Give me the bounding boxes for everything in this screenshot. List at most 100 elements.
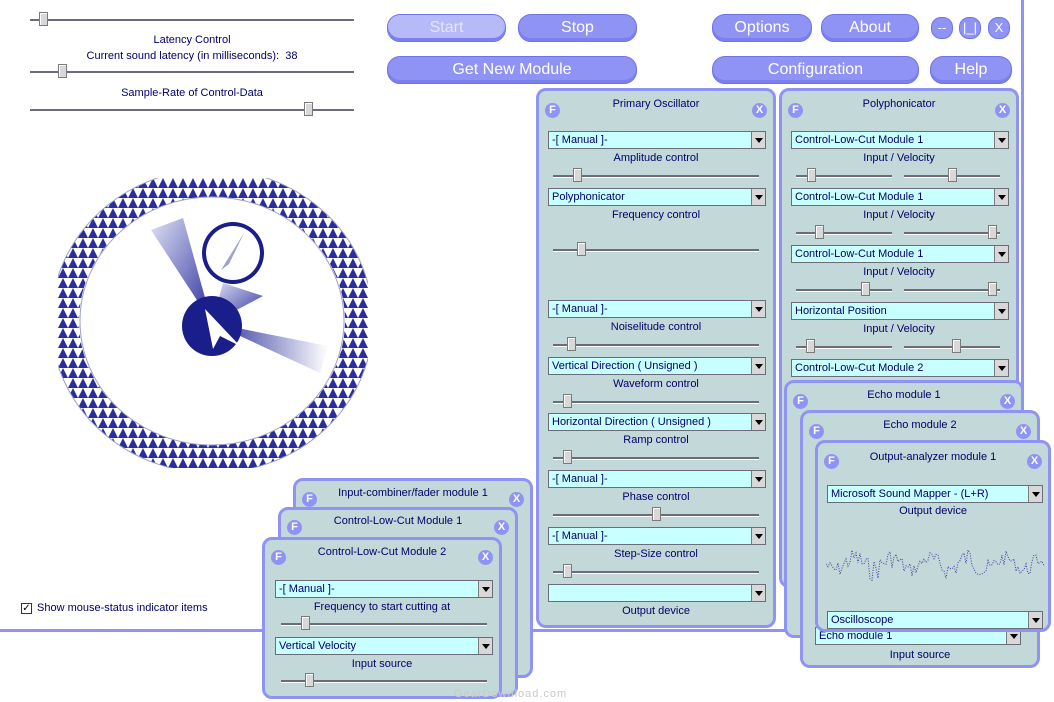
about-button[interactable]: About [821,14,919,42]
po-row-4-select[interactable]: Horizontal Direction ( Unsigned ) [548,413,766,431]
lowcut2-frequency-select-value: -[ Manual ]- [279,583,335,595]
start-button[interactable]: Start [387,14,506,42]
pp-row-0-label: Input / Velocity [863,152,935,164]
pp-row-4-select[interactable]: Control-Low-Cut Module 2 [791,359,1009,377]
chevron-down-icon [751,358,765,374]
samplerate-slider[interactable] [30,102,354,116]
primary-oscillator-f-button[interactable]: F [545,103,560,118]
primary-oscillator-title: Primary Oscillator [612,98,700,110]
po-row-2-select-value: -[ Manual ]- [552,303,608,315]
echo1-f-button[interactable]: F [793,394,808,409]
lowcut2-input-slider[interactable] [281,673,487,687]
configuration-button[interactable]: Configuration [712,56,919,84]
po-row-6-slider[interactable] [553,564,759,578]
help-button[interactable]: Help [930,56,1012,84]
chevron-down-icon [751,585,765,601]
po-row-1-select-value: Polyphonicator [552,191,625,203]
restore-button[interactable]: |_| [959,17,981,39]
chevron-down-icon [751,301,765,317]
po-row-5-select-value: -[ Manual ]- [552,473,608,485]
pp-row-3-select[interactable]: Horizontal Position [791,302,1009,320]
output-device-select[interactable]: Microsoft Sound Mapper - (L+R) [827,485,1043,503]
echo1-close-button[interactable]: X [1000,394,1015,409]
output-analyzer-panel[interactable]: F X Output-analyzer module 1 Microsoft S… [815,440,1051,632]
po-row-3-select[interactable]: Vertical Direction ( Unsigned ) [548,357,766,375]
lowcut2-input-source-select[interactable]: Vertical Velocity [275,637,493,655]
po-row-6-select[interactable]: -[ Manual ]- [548,527,766,545]
lowcut2-close-button[interactable]: X [478,550,493,565]
pp-row-2-velocity-slider[interactable] [904,282,1000,296]
lowcut2-frequency-slider[interactable] [281,616,487,630]
chevron-down-icon [751,528,765,544]
chevron-down-icon [751,189,765,205]
pp-row-2-select[interactable]: Control-Low-Cut Module 1 [791,245,1009,263]
po-row-7-label: Output device [622,605,690,617]
po-row-7-select[interactable] [548,584,766,602]
lowcut2-f-button[interactable]: F [271,550,286,565]
input-combiner-f-button[interactable]: F [302,492,317,507]
po-row-0-slider[interactable] [553,168,759,182]
minimize-button[interactable]: -- [931,17,953,39]
po-row-0-select-value: -[ Manual ]- [552,134,608,146]
primary-oscillator-close-button[interactable]: X [752,103,767,118]
po-row-1-slider[interactable] [553,242,759,256]
lowcut1-f-button[interactable]: F [287,520,302,535]
echo2-close-button[interactable]: X [1016,424,1031,439]
pp-row-0-input-slider[interactable] [796,168,892,182]
pp-row-4-select-value: Control-Low-Cut Module 2 [795,362,924,374]
pp-row-3-input-slider[interactable] [796,339,892,353]
primary-oscillator-panel[interactable]: F X Primary Oscillator -[ Manual ]- Ampli… [536,88,776,628]
chevron-down-icon [478,581,492,597]
display-mode-select[interactable]: Oscilloscope [827,611,1043,629]
output-analyzer-f-button[interactable]: F [824,454,839,469]
po-row-1-select[interactable]: Polyphonicator [548,188,766,206]
close-button[interactable]: X [988,17,1010,39]
echo2-title: Echo module 2 [883,419,957,431]
pp-row-0-select[interactable]: Control-Low-Cut Module 1 [791,131,1009,149]
input-combiner-close-button[interactable]: X [509,492,524,507]
polyphonicator-close-button[interactable]: X [995,103,1010,118]
stop-button[interactable]: Stop [518,14,637,42]
oscilloscope-display [826,548,1044,582]
chevron-down-icon [994,360,1008,376]
chevron-down-icon [1028,486,1042,502]
input-combiner-title: Input-combiner/fader module 1 [338,487,488,499]
latency-slider[interactable] [30,64,354,78]
display-mode-select-value: Oscilloscope [831,614,894,626]
output-analyzer-title: Output-analyzer module 1 [869,451,997,463]
pp-row-2-input-slider[interactable] [796,282,892,296]
top-slider[interactable] [30,12,354,26]
po-row-5-label: Phase control [622,491,690,503]
lowcut-module-2-panel[interactable]: F X Control-Low-Cut Module 2 -[ Manual ]… [262,537,502,699]
po-row-0-select[interactable]: -[ Manual ]- [548,131,766,149]
lowcut1-close-button[interactable]: X [494,520,509,535]
lowcut1-title: Control-Low-Cut Module 1 [333,515,463,527]
po-row-5-slider[interactable] [553,507,759,521]
po-row-3-label: Waveform control [613,378,699,390]
pp-row-0-velocity-slider[interactable] [904,168,1000,182]
latency-readout: Current sound latency (in milliseconds):… [30,50,354,62]
pp-row-3-velocity-slider[interactable] [904,339,1000,353]
chevron-down-icon [751,414,765,430]
polyphonicator-f-button[interactable]: F [788,103,803,118]
show-mouse-status-checkbox[interactable]: ✓ [21,603,32,614]
po-row-2-slider[interactable] [553,337,759,351]
pp-row-0-select-value: Control-Low-Cut Module 1 [795,134,924,146]
output-analyzer-close-button[interactable]: X [1027,454,1042,469]
po-row-3-slider[interactable] [553,394,759,408]
po-row-2-select[interactable]: -[ Manual ]- [548,300,766,318]
control-dial[interactable] [58,178,368,468]
po-row-1-label: Frequency control [611,209,701,221]
po-row-4-slider[interactable] [553,450,759,464]
pp-row-1-select[interactable]: Control-Low-Cut Module 1 [791,188,1009,206]
pp-row-1-input-slider[interactable] [796,225,892,239]
chevron-down-icon [994,132,1008,148]
po-row-5-select[interactable]: -[ Manual ]- [548,470,766,488]
pp-row-2-select-value: Control-Low-Cut Module 1 [795,248,924,260]
pp-row-1-velocity-slider[interactable] [904,225,1000,239]
options-button[interactable]: Options [712,14,812,42]
lowcut2-frequency-select[interactable]: -[ Manual ]- [275,580,493,598]
po-row-3-select-value: Vertical Direction ( Unsigned ) [552,360,698,372]
echo2-f-button[interactable]: F [809,424,824,439]
get-new-module-button[interactable]: Get New Module [387,56,637,84]
